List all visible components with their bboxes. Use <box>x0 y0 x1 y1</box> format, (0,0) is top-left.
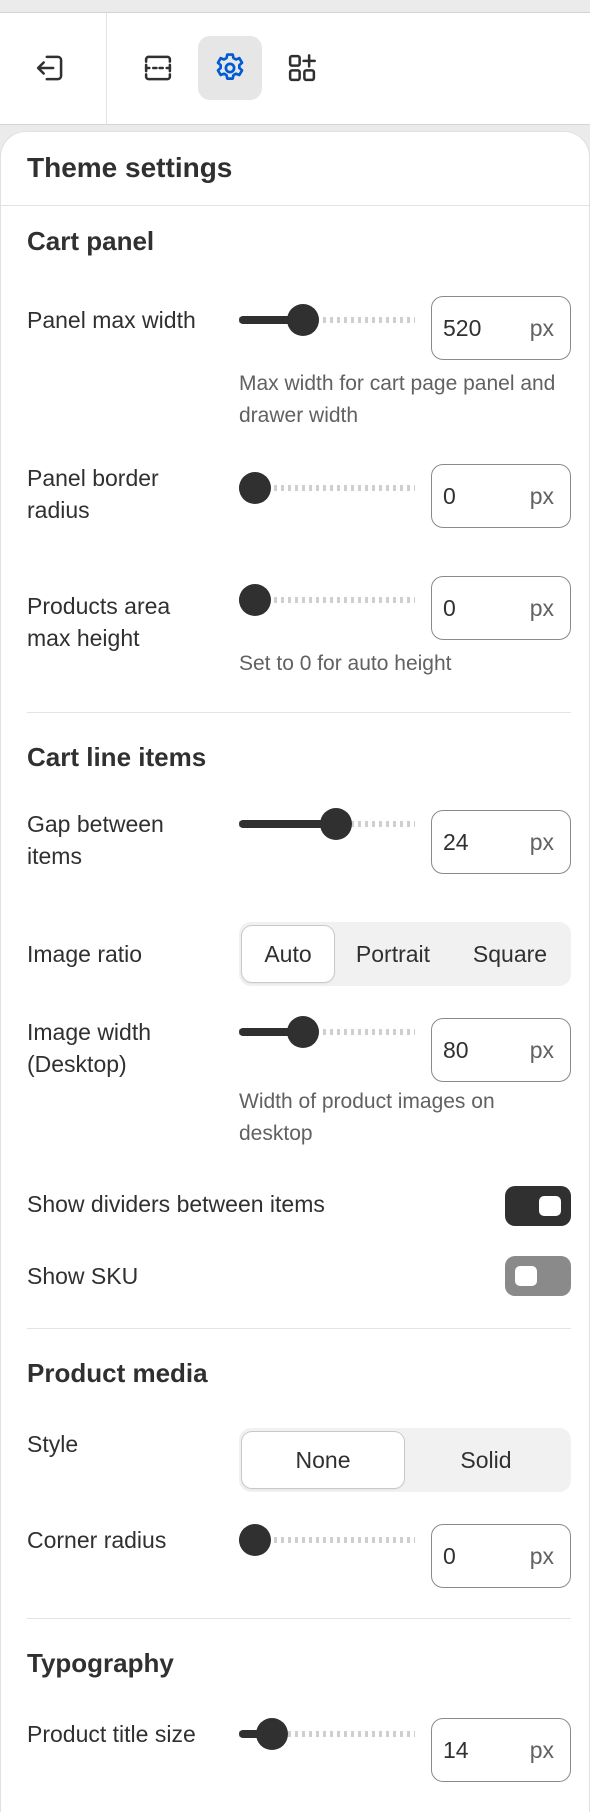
section-title-typography: Typography <box>27 1648 174 1678</box>
products-area-max-height-label: Products area max height <box>27 593 171 651</box>
input-value: 24 <box>443 828 469 855</box>
slider-thumb[interactable] <box>239 584 271 616</box>
input-unit: px <box>529 314 554 341</box>
gap-between-items-label: Gap between items <box>27 811 164 869</box>
corner-radius-label: Corner radius <box>27 1527 167 1553</box>
corner-radius-input[interactable]: 0 px <box>431 1524 571 1588</box>
section-divider <box>27 1618 571 1619</box>
theme-settings-button[interactable] <box>198 36 262 100</box>
slider-thumb[interactable] <box>239 1524 271 1556</box>
input-value: 14 <box>443 1736 469 1763</box>
panel-header: Theme settings <box>1 132 589 206</box>
panel-border-radius-input[interactable]: 0 px <box>431 464 571 528</box>
image-width-desktop-input[interactable]: 80 px <box>431 1018 571 1082</box>
image-ratio-option-auto[interactable]: Auto <box>242 926 334 982</box>
products-area-max-height-slider[interactable] <box>239 580 415 620</box>
input-value: 0 <box>443 594 456 621</box>
slider-thumb[interactable] <box>256 1718 288 1750</box>
input-unit: px <box>529 594 554 621</box>
sections-icon <box>144 55 172 81</box>
panel-max-width-slider[interactable] <box>239 300 415 340</box>
gap-between-items-slider[interactable] <box>239 804 415 844</box>
products-area-max-height-input[interactable]: 0 px <box>431 576 571 640</box>
theme-settings-panel: Theme settings Cart panel Panel max widt… <box>0 131 590 1812</box>
slider-thumb[interactable] <box>287 1016 319 1048</box>
product-title-size-slider[interactable] <box>239 1714 415 1754</box>
input-value: 0 <box>443 1542 456 1569</box>
slider-thumb[interactable] <box>287 304 319 336</box>
input-unit: px <box>529 1542 554 1569</box>
input-unit: px <box>529 1036 554 1063</box>
show-dividers-label: Show dividers between items <box>27 1191 325 1217</box>
input-value: 80 <box>443 1036 469 1063</box>
section-divider <box>27 712 571 713</box>
sections-button[interactable] <box>126 36 190 100</box>
gear-icon <box>216 53 244 80</box>
style-option-none[interactable]: None <box>242 1432 404 1488</box>
image-ratio-option-square[interactable]: Square <box>452 926 568 982</box>
input-unit: px <box>529 828 554 855</box>
section-title-cart-panel: Cart panel <box>27 226 155 256</box>
exit-button[interactable] <box>18 36 82 100</box>
image-ratio-label: Image ratio <box>27 941 143 967</box>
panel-max-width-input[interactable]: 520 px <box>431 296 571 360</box>
gap-between-items-input[interactable]: 24 px <box>431 810 571 874</box>
panel-max-width-label: Panel max width <box>27 307 196 333</box>
panel-border-radius-label: Panel border radius <box>27 465 159 523</box>
toggle-knob <box>539 1196 561 1216</box>
show-sku-toggle[interactable] <box>505 1256 571 1296</box>
input-unit: px <box>529 482 554 509</box>
style-label: Style <box>27 1431 79 1457</box>
style-option-solid[interactable]: Solid <box>404 1432 568 1488</box>
product-title-size-label: Product title size <box>27 1721 196 1747</box>
image-ratio-segmented-control: Auto Portrait Square <box>239 922 571 986</box>
add-block-icon <box>288 54 316 82</box>
toggle-knob <box>515 1266 537 1286</box>
toolbar-divider <box>106 13 107 125</box>
input-value: 0 <box>443 482 456 509</box>
products-area-max-height-help: Set to 0 for auto height <box>239 652 452 675</box>
panel-border-radius-slider[interactable] <box>239 468 415 508</box>
product-title-size-input[interactable]: 14 px <box>431 1718 571 1782</box>
section-title-cart-line-items: Cart line items <box>27 742 207 772</box>
panel-max-width-help: Max width for cart page panel and drawer… <box>239 372 556 427</box>
image-ratio-option-portrait[interactable]: Portrait <box>334 926 452 982</box>
image-width-desktop-label: Image width (Desktop) <box>27 1019 152 1077</box>
show-dividers-toggle[interactable] <box>505 1186 571 1226</box>
input-unit: px <box>529 1736 554 1763</box>
editor-toolbar <box>0 12 590 125</box>
section-divider <box>27 1328 571 1329</box>
image-width-desktop-slider[interactable] <box>239 1012 415 1052</box>
image-width-desktop-help: Width of product images on desktop <box>239 1090 495 1145</box>
show-sku-label: Show SKU <box>27 1263 139 1289</box>
slider-thumb[interactable] <box>239 472 271 504</box>
app-blocks-button[interactable] <box>270 36 334 100</box>
input-value: 520 <box>443 314 482 341</box>
panel-title: Theme settings <box>27 152 233 183</box>
section-title-product-media: Product media <box>27 1358 208 1388</box>
slider-thumb[interactable] <box>320 808 352 840</box>
exit-icon <box>36 55 63 81</box>
corner-radius-slider[interactable] <box>239 1520 415 1560</box>
style-segmented-control: None Solid <box>239 1428 571 1492</box>
